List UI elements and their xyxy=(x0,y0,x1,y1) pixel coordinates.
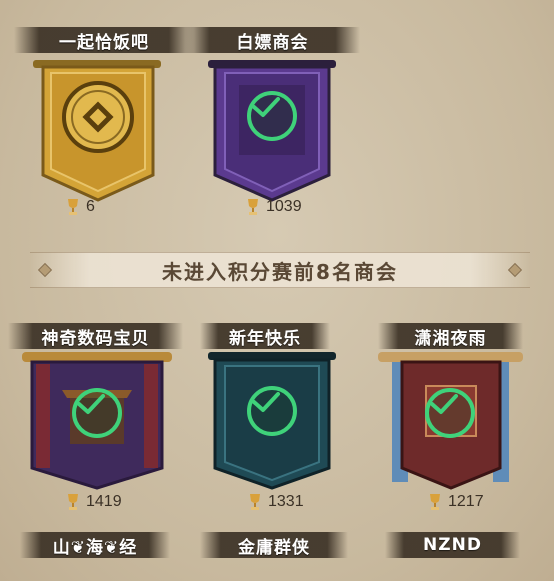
guild-name-banner: 山❦海❦经 xyxy=(20,532,170,558)
score-value: 1217 xyxy=(448,493,484,510)
score-value: 6 xyxy=(86,198,95,215)
guild-name: 一起恰饭吧 xyxy=(59,32,149,53)
guild-score: 1039 xyxy=(246,196,302,218)
divider-ornament xyxy=(37,262,53,278)
guild-score: 1419 xyxy=(66,491,122,513)
guild-name-banner: 白嫖商会 xyxy=(185,27,360,53)
trophy-icon xyxy=(248,492,262,512)
divider-ornament xyxy=(507,262,523,278)
guild-card-redblue[interactable] xyxy=(378,350,528,500)
guild-name: 山❦海❦经 xyxy=(52,537,138,558)
guild-name: NZND xyxy=(423,535,482,555)
guild-name-banner: 一起恰饭吧 xyxy=(14,27,194,53)
check-icon xyxy=(72,388,122,438)
check-icon xyxy=(247,91,297,141)
trophy-icon xyxy=(246,197,260,217)
guild-name: 潇湘夜雨 xyxy=(414,328,487,349)
score-value: 1331 xyxy=(268,493,304,510)
score-value: 1419 xyxy=(86,493,122,510)
trophy-icon xyxy=(66,492,80,512)
guild-card-purple[interactable] xyxy=(203,55,353,205)
check-icon xyxy=(425,388,475,438)
guild-score: 6 xyxy=(66,196,95,218)
guild-name: 新年快乐 xyxy=(229,328,301,349)
section-divider: 未进入积分赛前8名商会 xyxy=(30,252,530,288)
guild-card-pavilion[interactable] xyxy=(22,350,172,500)
gold-coin-banner-icon xyxy=(33,60,161,202)
trophy-icon xyxy=(428,492,442,512)
divider-text: 未进入积分赛前8名商会 xyxy=(162,259,398,284)
guild-name-banner: 潇湘夜雨 xyxy=(378,323,523,349)
guild-name-banner: NZND xyxy=(385,532,520,558)
guild-name: 金庸群侠 xyxy=(238,537,310,558)
guild-name-banner: 神奇数码宝贝 xyxy=(8,323,183,349)
guild-name-banner: 新年快乐 xyxy=(200,323,330,349)
check-icon xyxy=(247,386,297,436)
guild-name: 神奇数码宝贝 xyxy=(41,328,150,349)
guild-score: 1217 xyxy=(428,491,484,513)
guild-name-banner: 金庸群侠 xyxy=(200,532,348,558)
guild-card-gold[interactable] xyxy=(25,55,175,205)
trophy-icon xyxy=(66,197,80,217)
guild-score: 1331 xyxy=(248,491,304,513)
guild-card-teal[interactable] xyxy=(203,350,353,500)
guild-name: 白嫖商会 xyxy=(236,32,309,53)
score-value: 1039 xyxy=(266,198,302,215)
